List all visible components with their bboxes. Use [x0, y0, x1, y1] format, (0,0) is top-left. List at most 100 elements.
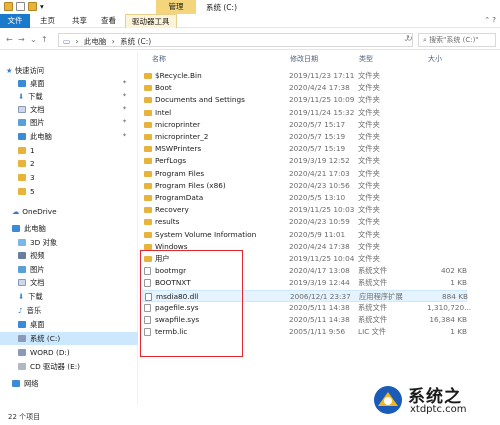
back-arrow-icon[interactable]: ← — [6, 35, 13, 44]
column-header-size[interactable]: 大小 — [428, 54, 442, 66]
file-row[interactable]: $Recycle.Bin 2019/11/23 17:11 文件夹 — [142, 70, 467, 82]
sidebar-item-pictures-pc[interactable]: 图片 — [18, 263, 45, 276]
file-name: microprinter_2 — [155, 132, 209, 141]
tab-home[interactable]: 主页 — [34, 14, 61, 28]
sidebar-item-downloads[interactable]: ⬇ 下载 — [18, 90, 43, 103]
sidebar-item-documents-pc[interactable]: 文档 — [18, 276, 45, 289]
tab-drive-tools[interactable]: 驱动器工具 — [125, 14, 177, 28]
folder-icon[interactable] — [4, 2, 13, 11]
file-name: Intel — [155, 107, 172, 117]
pin-icon[interactable]: ✦ — [122, 79, 127, 86]
sidebar-item-folder-1[interactable]: 1 — [18, 144, 35, 157]
file-row[interactable]: Program Files 2020/4/21 17:03 文件夹 — [142, 168, 467, 180]
sidebar-item-quick-access[interactable]: ★ 快速访问 — [6, 64, 44, 77]
sidebar-item-system-c[interactable]: 系统 (C:) — [0, 332, 138, 345]
desktop-icon — [18, 321, 26, 328]
sidebar-item-documents[interactable]: 文档 — [18, 103, 45, 116]
ribbon-tabs: 文件 主页 共享 查看 驱动器工具 ⌃ ? — [0, 14, 500, 28]
file-name: Program Files — [155, 168, 205, 178]
file-date: 2020/4/21 17:03 — [289, 168, 350, 178]
pin-icon[interactable]: ✦ — [122, 118, 127, 125]
file-type: 系统文件 — [358, 315, 388, 324]
breadcrumb-this-pc[interactable]: 此电脑 — [84, 37, 107, 46]
column-header-name[interactable]: 名称 — [152, 54, 166, 66]
sidebar-item-3d-objects[interactable]: 3D 对象 — [18, 236, 57, 249]
sidebar-item-folder-2[interactable]: 2 — [18, 157, 35, 170]
file-date: 2019/11/23 17:11 — [289, 71, 355, 80]
file-date: 2020/5/7 15:19 — [289, 144, 346, 154]
file-date: 2005/1/11 9:56 — [289, 327, 346, 337]
folder-icon — [18, 147, 26, 154]
sidebar-item-downloads-pc[interactable]: ⬇ 下载 — [18, 290, 43, 303]
picture-icon — [18, 119, 26, 126]
file-row[interactable]: Boot 2020/4/24 17:38 文件夹 — [142, 82, 467, 94]
file-row[interactable]: PerfLogs 2019/3/19 12:52 文件夹 — [142, 155, 467, 167]
sidebar-item-folder-5[interactable]: 5 — [18, 185, 35, 198]
address-bar[interactable]: ▭ › 此电脑 › 系统 (C:) ⌄ — [58, 33, 413, 47]
file-name: Recovery — [155, 205, 189, 215]
tab-manage[interactable]: 管理 — [156, 0, 196, 14]
breadcrumb-separator-icon: › — [75, 37, 79, 46]
document-icon — [18, 106, 26, 113]
sidebar-item-this-pc-pinned[interactable]: 此电脑 — [18, 130, 52, 143]
sidebar-item-desktop[interactable]: 桌面 — [18, 77, 45, 90]
file-date: 2020/5/11 14:38 — [289, 302, 350, 312]
sidebar-item-videos[interactable]: 视频 — [18, 249, 45, 262]
file-row[interactable]: results 2020/4/23 10:59 文件夹 — [142, 216, 467, 228]
cube-icon — [18, 239, 26, 246]
file-row[interactable]: Intel 2019/11/24 15:32 文件夹 — [142, 107, 467, 119]
sidebar-item-pictures[interactable]: 图片 — [18, 116, 45, 129]
sidebar-item-desktop-pc[interactable]: 桌面 — [18, 318, 45, 331]
file-type: 系统文件 — [358, 278, 388, 288]
file-row[interactable]: Program Files (x86) 2020/4/23 10:56 文件夹 — [142, 180, 467, 192]
new-folder-icon[interactable] — [28, 2, 37, 11]
file-date: 2020/4/23 10:56 — [289, 180, 350, 190]
breadcrumb-system-c[interactable]: 系统 (C:) — [120, 37, 151, 46]
file-type: 文件夹 — [358, 144, 380, 154]
file-row[interactable]: microprinter_2 2020/5/7 15:19 文件夹 — [142, 131, 467, 143]
file-type: 文件夹 — [358, 132, 380, 141]
folder-icon — [144, 134, 152, 140]
file-type: 文件夹 — [358, 83, 380, 93]
quick-access-toolbar: ▾ — [4, 2, 46, 11]
sidebar-item-network[interactable]: 网络 — [12, 377, 39, 390]
up-arrow-icon[interactable]: ↑ — [41, 35, 48, 44]
sidebar-item-onedrive[interactable]: ☁ OneDrive — [12, 205, 57, 218]
pin-icon[interactable]: ✦ — [122, 92, 127, 99]
pin-icon[interactable]: ✦ — [122, 105, 127, 112]
file-row[interactable]: Recovery 2019/11/25 10:03 文件夹 — [142, 204, 467, 216]
sidebar-item-music[interactable]: ♪ 音乐 — [18, 304, 41, 317]
folder-icon — [18, 174, 26, 181]
forward-arrow-icon[interactable]: → — [18, 35, 25, 44]
sidebar-item-cd-drive-e[interactable]: CD 驱动器 (E:) — [18, 360, 80, 373]
breadcrumb-separator-icon: › — [111, 37, 115, 46]
column-header-type[interactable]: 类型 — [359, 54, 373, 66]
ribbon-expand-help[interactable]: ⌃ ? — [484, 16, 496, 24]
star-icon: ★ — [6, 66, 13, 75]
file-row[interactable]: Documents and Settings 2019/11/25 10:09 文件… — [142, 94, 467, 106]
file-type: 文件夹 — [358, 205, 380, 215]
properties-icon[interactable] — [16, 2, 25, 11]
file-row[interactable]: MSWPrinters 2020/5/7 15:19 文件夹 — [142, 143, 467, 155]
column-header-date[interactable]: 修改日期 — [290, 54, 318, 66]
file-type: 文件夹 — [358, 229, 380, 239]
recent-chevron-icon[interactable]: ⌄ — [30, 35, 37, 44]
sidebar-item-this-pc[interactable]: 此电脑 — [12, 222, 46, 235]
file-row[interactable]: ProgramData 2020/5/5 13:10 文件夹 — [142, 192, 467, 204]
tab-file[interactable]: 文件 — [0, 14, 30, 28]
sidebar-item-word-d[interactable]: WORD (D:) — [18, 346, 70, 359]
file-date: 2019/11/25 10:03 — [289, 205, 355, 215]
file-size: 1,310,720... — [427, 302, 472, 312]
chevron-down-icon[interactable]: ▾ — [40, 2, 46, 11]
folder-icon — [144, 182, 152, 189]
tab-share[interactable]: 共享 — [66, 14, 93, 28]
file-date: 2020/5/7 15:17 — [289, 119, 346, 129]
refresh-icon[interactable]: ↻ — [406, 34, 413, 43]
pin-icon[interactable]: ✦ — [122, 132, 127, 139]
file-row[interactable]: microprinter 2020/5/7 15:17 文件夹 — [142, 119, 467, 131]
download-icon: ⬇ — [18, 92, 25, 101]
search-input[interactable]: ⌕ 搜索"系统 (C:)" — [418, 33, 496, 47]
file-row[interactable]: System Volume Information 2020/5/9 11:01 文… — [142, 229, 467, 241]
tab-view[interactable]: 查看 — [95, 14, 122, 28]
sidebar-item-folder-3[interactable]: 3 — [18, 171, 35, 184]
